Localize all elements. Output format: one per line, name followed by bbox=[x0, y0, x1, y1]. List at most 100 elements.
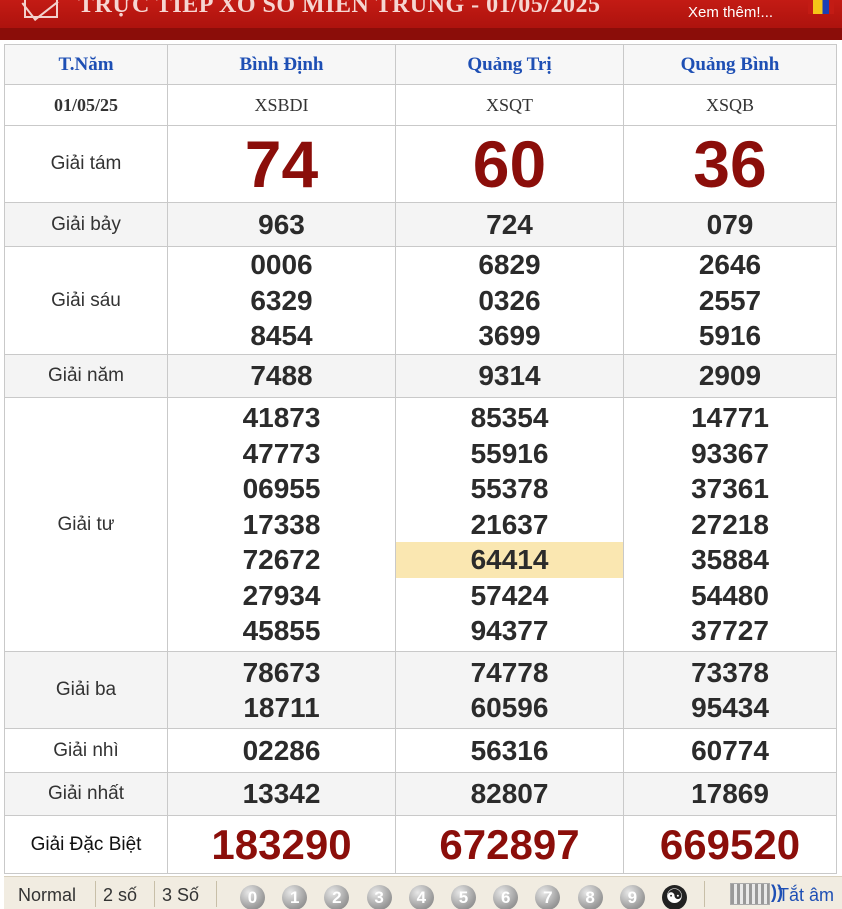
prize-number[interactable]: 9314 bbox=[396, 358, 623, 394]
prize-number[interactable]: 724 bbox=[396, 207, 623, 243]
results-table: T.Năm Bình Định Quảng Trị Quảng Bình 01/… bbox=[4, 44, 837, 874]
prize-row: Giải tám 74 60 36 bbox=[4, 125, 837, 203]
prize-number[interactable]: 6829 bbox=[396, 247, 623, 283]
prize-label: Giải tám bbox=[4, 125, 168, 203]
number-filter-toolbar: Normal 2 số 3 Số 0123456789 ☯ Tắt âm bbox=[4, 876, 842, 909]
prize-number[interactable]: 079 bbox=[624, 207, 836, 243]
prize-number-large[interactable]: 74 bbox=[168, 129, 395, 199]
sound-icon[interactable] bbox=[730, 882, 783, 905]
prize-number[interactable]: 60774 bbox=[624, 733, 836, 769]
prize-number[interactable]: 3699 bbox=[396, 318, 623, 354]
prize-number[interactable]: 18711 bbox=[168, 690, 395, 726]
prize-number[interactable]: 2557 bbox=[624, 283, 836, 319]
digit-filter-button[interactable]: 5 bbox=[451, 885, 476, 909]
prize-number[interactable]: 95434 bbox=[624, 690, 836, 726]
prize-number[interactable]: 7488 bbox=[168, 358, 395, 394]
prize-number[interactable]: 55916 bbox=[396, 436, 623, 472]
digit-filter-button[interactable]: 1 bbox=[282, 885, 308, 909]
prize-number[interactable]: 82807 bbox=[396, 776, 623, 812]
prize-cell: 672897 bbox=[395, 815, 624, 874]
divider bbox=[216, 881, 217, 907]
divider bbox=[154, 881, 155, 907]
mute-button[interactable]: Tắt âm bbox=[778, 885, 834, 906]
digit-filter-button[interactable]: 9 bbox=[619, 885, 645, 909]
digit-filter-button[interactable]: 0 bbox=[240, 885, 265, 909]
prize-number[interactable]: 27934 bbox=[168, 578, 395, 614]
prize-number[interactable]: 56316 bbox=[396, 733, 623, 769]
digit-filter-button[interactable]: 6 bbox=[493, 885, 519, 909]
prize-number-large[interactable]: 669520 bbox=[624, 820, 836, 870]
prize-cell: 2646 2557 5916 bbox=[623, 246, 837, 355]
prize-number[interactable]: 5916 bbox=[624, 318, 836, 354]
prize-number[interactable]: 47773 bbox=[168, 436, 395, 472]
prize-cell: 60774 bbox=[623, 728, 837, 773]
prize-cell: 82807 bbox=[395, 772, 624, 816]
prize-number[interactable]: 94377 bbox=[396, 613, 623, 649]
prize-cell: 963 bbox=[167, 202, 396, 247]
prize-cell: 36 bbox=[623, 125, 837, 203]
prize-number-large[interactable]: 672897 bbox=[396, 820, 623, 870]
prize-number[interactable]: 74778 bbox=[396, 655, 623, 691]
prize-label: Giải bảy bbox=[4, 202, 168, 247]
prize-number[interactable]: 37727 bbox=[624, 613, 836, 649]
prize-number[interactable]: 85354 bbox=[396, 400, 623, 436]
province-header[interactable]: Quảng Trị bbox=[395, 44, 624, 85]
prize-number[interactable]: 35884 bbox=[624, 542, 836, 578]
prize-number[interactable]: 2909 bbox=[624, 358, 836, 394]
three-digit-mode-button[interactable]: 3 Số bbox=[162, 885, 199, 906]
prize-number[interactable]: 21637 bbox=[396, 507, 623, 543]
prize-number[interactable]: 60596 bbox=[396, 690, 623, 726]
prize-number[interactable]: 0326 bbox=[396, 283, 623, 319]
prize-number[interactable]: 54480 bbox=[624, 578, 836, 614]
digit-filter-button[interactable]: 3 bbox=[366, 885, 392, 909]
prize-number[interactable]: 55378 bbox=[396, 471, 623, 507]
prize-number[interactable]: 27218 bbox=[624, 507, 836, 543]
digit-filter-button[interactable]: 2 bbox=[324, 885, 350, 909]
prize-number[interactable]: 06955 bbox=[168, 471, 395, 507]
prize-number[interactable]: 78673 bbox=[168, 655, 395, 691]
prize-number[interactable]: 73378 bbox=[624, 655, 836, 691]
province-code: XSBDI bbox=[167, 84, 396, 126]
prize-label: Giải sáu bbox=[4, 246, 168, 355]
prize-number-large[interactable]: 36 bbox=[624, 129, 836, 199]
weekday-header: T.Năm bbox=[4, 44, 168, 85]
prize-number[interactable]: 02286 bbox=[168, 733, 395, 769]
digit-filter-button[interactable]: 8 bbox=[577, 885, 603, 909]
prize-number[interactable]: 6329 bbox=[168, 283, 395, 319]
prize-number-large[interactable]: 183290 bbox=[168, 820, 395, 870]
prize-number[interactable]: 37361 bbox=[624, 471, 836, 507]
prize-number[interactable]: 57424 bbox=[396, 578, 623, 614]
divider bbox=[704, 881, 705, 907]
prize-cell: 13342 bbox=[167, 772, 396, 816]
see-more-link[interactable]: Xem thêm!... bbox=[688, 4, 773, 21]
prize-number[interactable]: 14771 bbox=[624, 400, 836, 436]
digit-filter-button[interactable]: 4 bbox=[408, 885, 434, 909]
prize-number[interactable]: 8454 bbox=[168, 318, 395, 354]
prize-number[interactable]: 72672 bbox=[168, 542, 395, 578]
two-digit-mode-button[interactable]: 2 số bbox=[103, 885, 137, 906]
prize-number[interactable]: 0006 bbox=[168, 247, 395, 283]
prize-number[interactable]: 17869 bbox=[624, 776, 836, 812]
prize-number[interactable]: 13342 bbox=[168, 776, 395, 812]
prize-number[interactable]: 41873 bbox=[168, 400, 395, 436]
prize-row: Giải bảy 963 724 079 bbox=[4, 202, 837, 247]
prize-cell: 0006 6329 8454 bbox=[167, 246, 396, 355]
digit-filter-button[interactable]: 7 bbox=[535, 885, 561, 909]
prize-number[interactable]: 45855 bbox=[168, 613, 395, 649]
prize-number[interactable]: 93367 bbox=[624, 436, 836, 472]
prize-number[interactable]: 64414 bbox=[396, 542, 623, 578]
prize-cell: 6829 0326 3699 bbox=[395, 246, 624, 355]
prize-number-large[interactable]: 60 bbox=[396, 129, 623, 199]
header-strip bbox=[0, 28, 842, 40]
prize-number[interactable]: 2646 bbox=[624, 247, 836, 283]
province-header[interactable]: Quảng Bình bbox=[623, 44, 837, 85]
prize-number[interactable]: 17338 bbox=[168, 507, 395, 543]
prize-cell: 079 bbox=[623, 202, 837, 247]
prize-row: Giải sáu 0006 6329 8454 6829 0326 3699 2646 2557… bbox=[4, 246, 837, 355]
province-header[interactable]: Bình Định bbox=[167, 44, 396, 85]
page-header: TRỰC TIẾP XỔ SỐ MIỀN TRUNG - 01/05/2025 … bbox=[0, 0, 842, 40]
prize-cell: 9314 bbox=[395, 354, 624, 398]
yin-yang-icon[interactable]: ☯ bbox=[662, 885, 687, 909]
prize-number[interactable]: 963 bbox=[168, 207, 395, 243]
normal-mode-button[interactable]: Normal bbox=[18, 885, 76, 906]
